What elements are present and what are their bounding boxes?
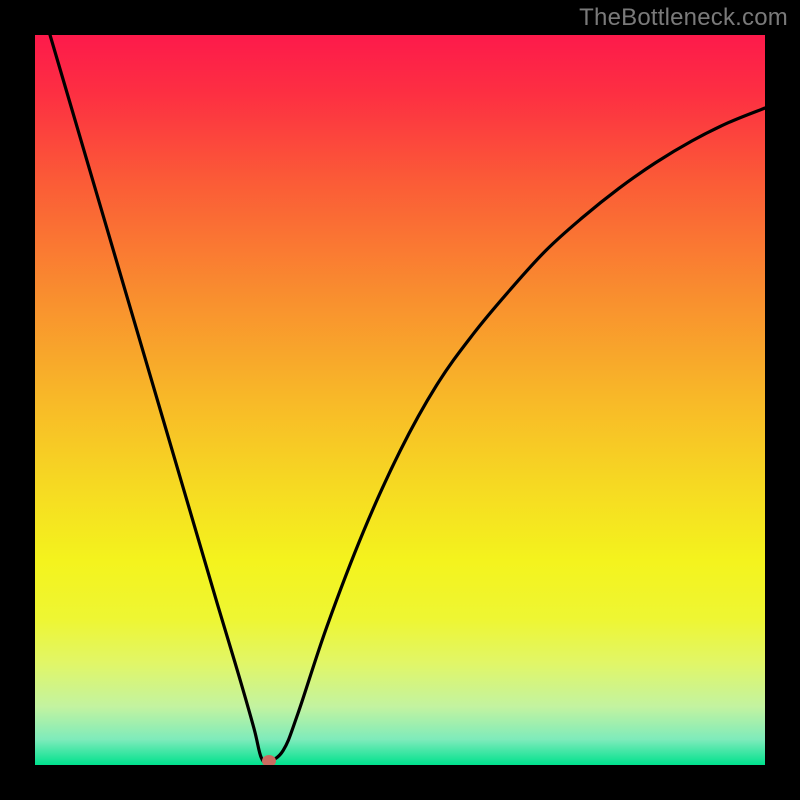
bottleneck-curve xyxy=(35,35,765,765)
optimal-point-marker xyxy=(262,755,276,765)
plot-area xyxy=(35,35,765,765)
watermark-label: TheBottleneck.com xyxy=(579,4,788,32)
chart-frame: TheBottleneck.com xyxy=(0,0,800,800)
